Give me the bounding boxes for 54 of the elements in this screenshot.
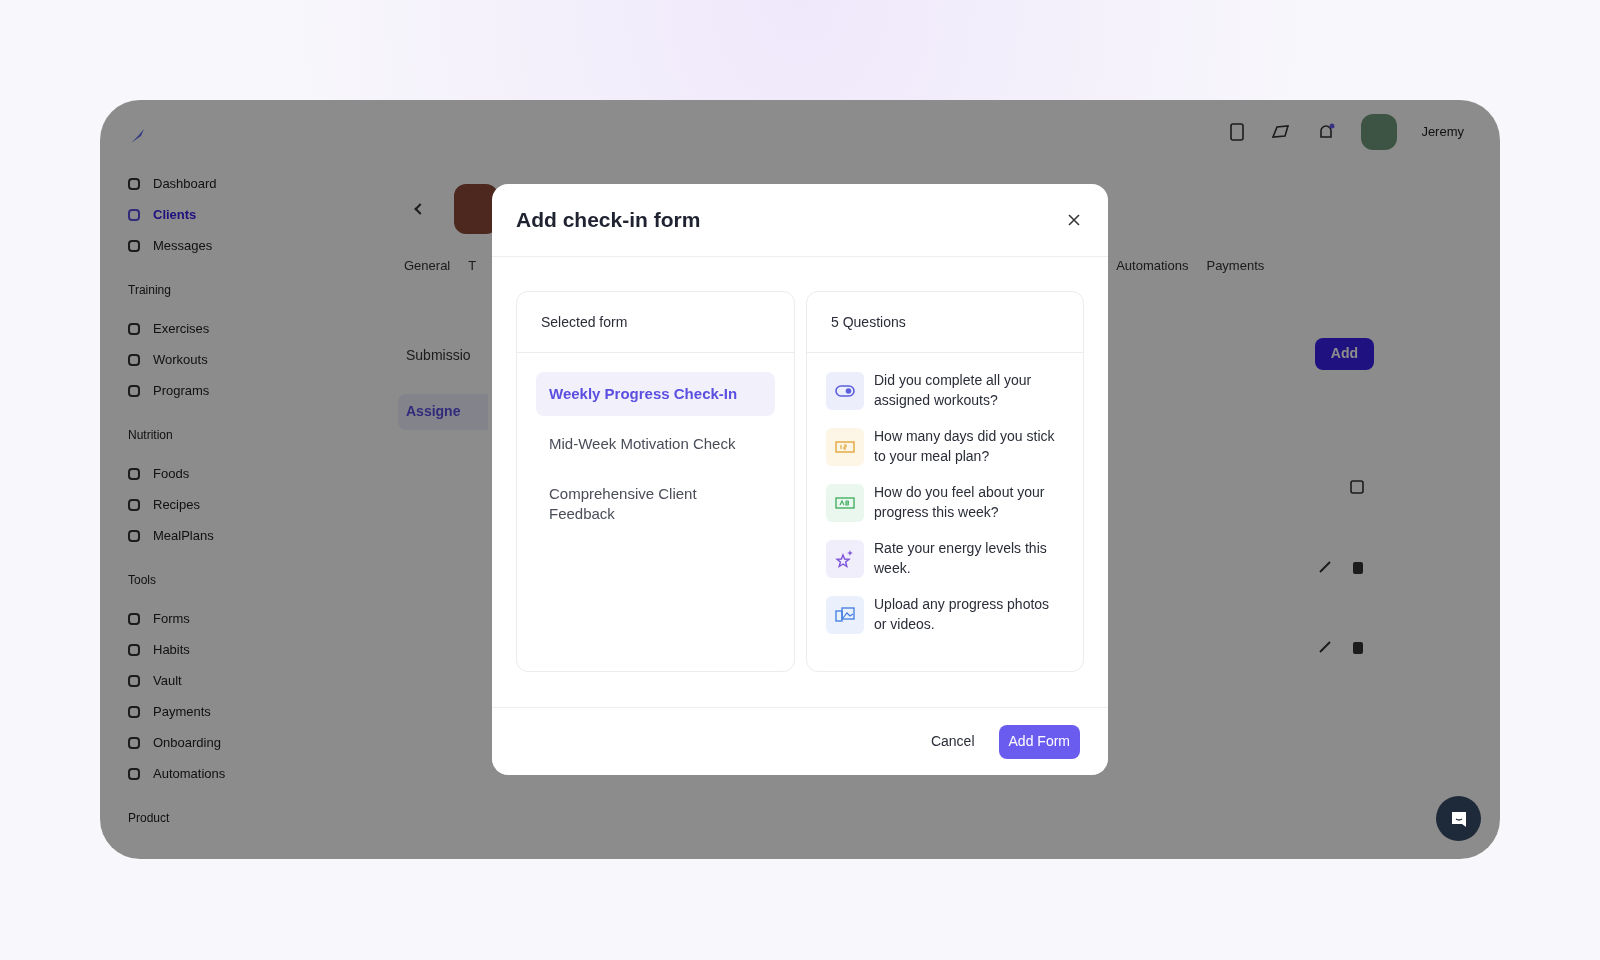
sidebar-item[interactable]: Clients [128, 199, 380, 230]
sidebar-item[interactable]: Onboarding [128, 727, 380, 758]
bell-icon [1317, 123, 1336, 141]
section-heading: Product [128, 810, 171, 827]
sidebar-item[interactable]: Workouts [128, 344, 380, 375]
sidebar-item[interactable]: Exercises [128, 313, 380, 344]
tab[interactable]: T [468, 256, 477, 276]
sidebar-item[interactable]: Habits [128, 634, 380, 665]
sidebar-item[interactable]: Automations [128, 758, 380, 789]
form-option[interactable]: Mid-Week Motivation Check [536, 422, 775, 466]
question-text: Rate your energy levels this week. [874, 539, 1048, 578]
toggle-icon [835, 385, 855, 397]
tab[interactable]: Payments [1206, 256, 1265, 276]
pencil-icon[interactable] [1318, 559, 1332, 574]
sidebar-item[interactable]: MealPlans [128, 520, 380, 551]
tab[interactable]: Automations [1116, 256, 1189, 276]
section-heading: Nutrition [128, 427, 174, 444]
user-name: Jeremy [1421, 123, 1464, 142]
sub-tab[interactable]: Assigne [398, 393, 488, 430]
question-text: Upload any progress photos or videos. [874, 595, 1051, 634]
clipboard-icon [1229, 123, 1246, 141]
add-button[interactable]: Add [1314, 337, 1374, 370]
modal-title: Add check-in form [516, 207, 701, 234]
sidebar-item[interactable]: Forms [128, 603, 380, 634]
form-option[interactable]: Weekly Progress Check-In [536, 372, 775, 416]
text-field-icon [835, 497, 855, 509]
cancel-button[interactable]: Cancel [926, 724, 979, 759]
sidebar-item[interactable]: Payments [128, 696, 380, 727]
tab[interactable]: General [404, 256, 451, 276]
sidebar-item[interactable]: Programs [128, 375, 380, 406]
question-text: How many days did you stick to your meal plan? [874, 427, 1056, 466]
number-field-icon [835, 441, 855, 453]
trash-icon[interactable] [1352, 639, 1364, 654]
chat-launcher-button[interactable] [1436, 796, 1481, 841]
sidebar-item[interactable]: Foods [128, 458, 380, 489]
section-heading: Training [128, 282, 172, 299]
avatar[interactable] [1361, 114, 1398, 150]
sidebar-item[interactable]: Messages [128, 230, 380, 261]
panel-heading: 5 Questions [831, 312, 906, 332]
edit-icon[interactable] [1350, 479, 1364, 494]
sidebar-item[interactable]: Vault [128, 665, 380, 696]
question-text: How do you feel about your progress this week? [874, 483, 1046, 522]
add-form-button[interactable]: Add Form [998, 724, 1080, 759]
sidebar-item[interactable]: Dashboard [128, 168, 380, 199]
sparkle-star-icon [835, 549, 855, 569]
form-option[interactable]: Comprehensive Client Feedback [536, 472, 775, 536]
trash-icon[interactable] [1352, 559, 1364, 574]
media-icon [835, 606, 855, 624]
question-text: Did you complete all your assigned workouts? [874, 371, 1033, 410]
sub-tab[interactable]: Submissio [398, 337, 488, 374]
section-heading: Tools [128, 572, 157, 589]
pencil-icon[interactable] [1318, 639, 1332, 654]
panel-heading: Selected form [541, 312, 628, 332]
sidebar-item[interactable]: Recipes [128, 489, 380, 520]
